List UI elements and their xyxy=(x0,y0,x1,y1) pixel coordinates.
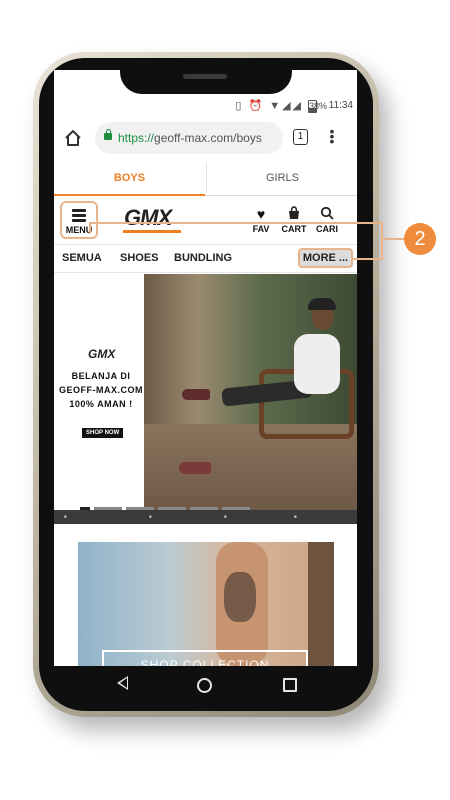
site-header: MENU GMX ♥ FAV CART CARI xyxy=(54,196,357,245)
site-logo[interactable]: GMX xyxy=(124,205,172,231)
home-icon[interactable] xyxy=(63,128,83,148)
tab-girls[interactable]: GIRLS xyxy=(206,162,357,194)
home-circle-icon[interactable] xyxy=(197,678,212,693)
hero-line1: BELANJA DI xyxy=(71,371,131,381)
collection-banner[interactable]: SHOP COLLECTION xyxy=(78,542,334,666)
overflow-menu-icon[interactable]: • • • xyxy=(329,124,335,148)
heart-icon: ♥ xyxy=(256,206,266,222)
lock-icon xyxy=(104,129,112,140)
callout-number-badge: 2 xyxy=(404,223,436,255)
hamburger-icon xyxy=(72,209,86,224)
url-bar[interactable]: https://geoff-max.com/boys xyxy=(95,122,283,154)
search-icon xyxy=(314,206,340,222)
fav-label: FAV xyxy=(252,224,270,234)
bag-icon xyxy=(281,206,307,222)
cart-button[interactable]: CART xyxy=(281,204,307,234)
clock: 11:34 xyxy=(328,100,353,111)
cart-label: CART xyxy=(281,224,307,234)
phone-speaker xyxy=(183,74,227,79)
tab-switcher-button[interactable]: 1 xyxy=(293,129,308,145)
search-label: CARI xyxy=(316,224,338,234)
browser-toolbar: https://geoff-max.com/boys 1 • • • xyxy=(54,120,357,158)
screen: ▯ ⏰ ▼◢◢ 38% 11:34 https://geoff-max.com/… xyxy=(54,70,357,666)
callout-connector xyxy=(381,238,405,240)
url-host: geoff-max.com/boys xyxy=(154,131,262,145)
category-nav: SEMUA SHOES BUNDLING MORE ... xyxy=(54,246,357,273)
hero-banner[interactable]: GMX BELANJA DI GEOFF-MAX.COM 100% AMAN !… xyxy=(54,274,357,524)
tab-boys[interactable]: BOYS xyxy=(54,162,205,196)
menu-button[interactable]: MENU xyxy=(60,201,98,239)
url-scheme: https:// xyxy=(118,131,155,145)
status-icons: ▯ ⏰ ▼◢◢ xyxy=(235,100,303,112)
recents-icon[interactable] xyxy=(283,678,297,692)
battery-percent: 38% xyxy=(308,101,327,111)
search-button[interactable]: CARI xyxy=(314,204,340,234)
feature-strip: ■ ■ ■ ■ xyxy=(54,510,357,524)
status-bar: ▯ ⏰ ▼◢◢ 38% 11:34 xyxy=(54,96,357,114)
callout-left-tick xyxy=(89,222,91,234)
back-icon[interactable] xyxy=(117,676,128,690)
more-button[interactable]: MORE ... xyxy=(298,248,353,268)
hero-line3: 100% AMAN ! xyxy=(69,399,133,409)
hero-line2: GEOFF-MAX.COM xyxy=(59,385,143,395)
hero-logo: GMX xyxy=(88,347,116,361)
category-bundling[interactable]: BUNDLING xyxy=(174,252,232,264)
fav-button[interactable]: ♥ FAV xyxy=(248,204,274,234)
gender-tabs: BOYS GIRLS xyxy=(54,162,357,196)
logo-underline xyxy=(123,230,181,233)
callout-bottom-line xyxy=(352,258,383,260)
callout-top-line xyxy=(89,222,383,224)
collection-cta[interactable]: SHOP COLLECTION xyxy=(102,650,308,666)
category-semua[interactable]: SEMUA xyxy=(62,252,102,264)
category-shoes[interactable]: SHOES xyxy=(120,252,159,264)
callout-right-line xyxy=(381,222,383,260)
shop-now-button[interactable]: SHOP NOW xyxy=(82,428,124,438)
